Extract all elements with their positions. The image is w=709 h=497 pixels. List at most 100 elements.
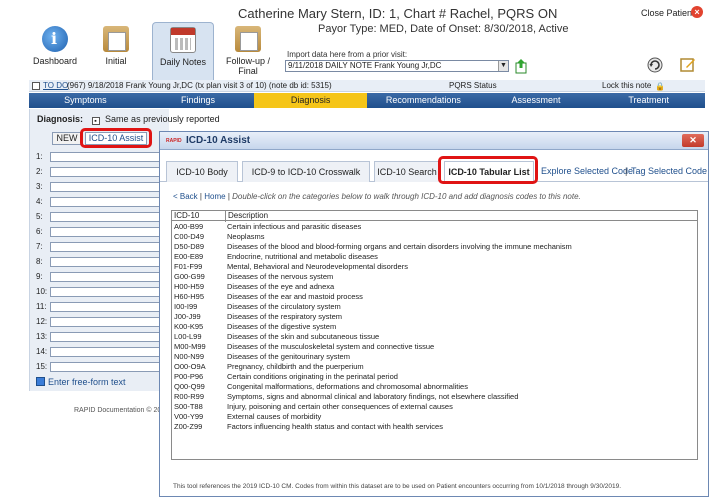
back-link[interactable]: < Back: [173, 192, 198, 201]
todo-link[interactable]: TO DO: [43, 80, 68, 92]
code-field[interactable]: [50, 287, 164, 297]
same-as-previous-checkbox[interactable]: ▪: [91, 117, 100, 125]
code-field[interactable]: [50, 242, 164, 252]
row-code: C00-D49: [174, 232, 205, 241]
table-row[interactable]: A00-B99 Certain infectious and parasitic …: [172, 222, 697, 232]
row-description: Diseases of the digestive system: [227, 322, 337, 331]
code-row-number: 8:: [36, 257, 43, 266]
todo-checkbox[interactable]: [32, 82, 40, 90]
tab-new[interactable]: NEW: [52, 132, 82, 145]
table-row[interactable]: Z00-Z99 Factors influencing health status…: [172, 422, 697, 432]
table-row[interactable]: L00-L99 Diseases of the skin and subcutan…: [172, 332, 697, 342]
row-description: Diseases of the skin and subcutaneous ti…: [227, 332, 380, 341]
code-field[interactable]: [50, 257, 164, 267]
highlight-icd10-assist: [80, 128, 152, 148]
table-row[interactable]: F01-F99 Mental, Behavioral and Neurodevel…: [172, 262, 697, 272]
dialog-title: ICD-10 Assist: [186, 135, 251, 146]
tab-icd10-body[interactable]: ICD-10 Body: [166, 161, 238, 182]
table-row[interactable]: C00-D49 Neoplasms: [172, 232, 697, 242]
edit-note-icon[interactable]: [680, 56, 696, 72]
toolbar-daily-notes[interactable]: Daily Notes: [152, 22, 214, 80]
code-row: 1:: [36, 152, 166, 163]
rapid-logo: RAPID: [166, 138, 182, 144]
code-field[interactable]: [50, 347, 164, 357]
import-select[interactable]: 9/11/2018 DAILY NOTE Frank Young Jr,DC ▼: [285, 60, 509, 72]
close-icon[interactable]: ✕: [682, 134, 704, 147]
toolbar-initial[interactable]: Initial: [85, 22, 147, 78]
row-description: Pregnancy, childbirth and the puerperium: [227, 362, 364, 371]
table-row[interactable]: E00-E89 Endocrine, nutritional and metabo…: [172, 252, 697, 262]
row-code: A00-B99: [174, 222, 204, 231]
tab-recommendations[interactable]: Recommendations: [367, 93, 480, 108]
table-row[interactable]: R00-R99 Symptoms, signs and abnormal clin…: [172, 392, 697, 402]
close-patient-link[interactable]: Close Patient: [641, 8, 695, 18]
code-row-number: 3:: [36, 182, 43, 191]
table-row[interactable]: O00-O9A Pregnancy, childbirth and the pue…: [172, 362, 697, 372]
explore-selected-code-link[interactable]: Explore Selected Code: [541, 166, 633, 176]
code-field[interactable]: [50, 182, 164, 192]
toolbar-follow-up[interactable]: Follow-up / Final: [216, 22, 280, 78]
code-field[interactable]: [50, 197, 164, 207]
row-code: S00-T88: [174, 402, 203, 411]
tab-treatment[interactable]: Treatment: [592, 93, 705, 108]
table-row[interactable]: H00-H59 Diseases of the eye and adnexa: [172, 282, 697, 292]
table-row[interactable]: Q00-Q99 Congenital malformations, deforma…: [172, 382, 697, 392]
icd10-assist-dialog: RAPID ICD-10 Assist ✕ ICD-10 Body ICD-9 …: [159, 131, 709, 497]
row-code: H00-H59: [174, 282, 205, 291]
tab-assessment[interactable]: Assessment: [480, 93, 593, 108]
info-icon: [42, 26, 68, 52]
code-field[interactable]: [50, 332, 164, 342]
tab-icd9-crosswalk[interactable]: ICD-9 to ICD-10 Crosswalk: [242, 161, 370, 182]
code-field[interactable]: [50, 167, 164, 177]
code-field[interactable]: [50, 272, 164, 282]
table-row[interactable]: G00-G99 Diseases of the nervous system: [172, 272, 697, 282]
code-row: 14:: [36, 347, 166, 358]
table-row[interactable]: P00-P96 Certain conditions originating in…: [172, 372, 697, 382]
tab-icd10-search[interactable]: ICD-10 Search: [374, 161, 440, 182]
tag-selected-code-link[interactable]: Tag Selected Code: [631, 166, 707, 176]
table-row[interactable]: K00-K95 Diseases of the digestive system: [172, 322, 697, 332]
table-row[interactable]: S00-T88 Injury, poisoning and certain oth…: [172, 402, 697, 412]
breadcrumb-separator: |: [199, 192, 202, 201]
code-field[interactable]: [50, 212, 164, 222]
code-field[interactable]: [50, 152, 164, 162]
pqrs-status-link[interactable]: PQRS Status: [449, 80, 497, 92]
row-description: Diseases of the circulatory system: [227, 302, 341, 311]
tab-findings[interactable]: Findings: [142, 93, 255, 108]
column-header-code: ICD-10: [172, 211, 226, 221]
row-code: K00-K95: [174, 322, 204, 331]
table-row[interactable]: J00-J99 Diseases of the respiratory syste…: [172, 312, 697, 322]
table-row[interactable]: H60-H95 Diseases of the ear and mastoid p…: [172, 292, 697, 302]
home-link[interactable]: Home: [204, 192, 225, 201]
toolbar-dashboard[interactable]: Dashboard: [24, 22, 86, 78]
table-row[interactable]: N00-N99 Diseases of the genitourinary sys…: [172, 352, 697, 362]
patient-title: Catherine Mary Stern, ID: 1, Chart # Rac…: [238, 6, 558, 21]
row-code: V00-Y99: [174, 412, 204, 421]
close-patient-icon[interactable]: ×: [691, 6, 703, 18]
instruction-text: Double-click on the categories below to …: [232, 192, 581, 201]
lock-note-link[interactable]: Lock this note: [602, 80, 651, 92]
code-row-number: 11:: [36, 302, 47, 311]
toolbar-dashboard-label: Dashboard: [32, 56, 78, 66]
code-field[interactable]: [50, 362, 164, 372]
tab-symptoms[interactable]: Symptoms: [29, 93, 142, 108]
table-row[interactable]: D50-D89 Diseases of the blood and blood-f…: [172, 242, 697, 252]
row-code: Z00-Z99: [174, 422, 203, 431]
row-description: Diseases of the genitourinary system: [227, 352, 350, 361]
row-description: Certain infectious and parasitic disease…: [227, 222, 362, 231]
table-row[interactable]: V00-Y99 External causes of morbidity: [172, 412, 697, 422]
code-field[interactable]: [50, 317, 164, 327]
code-field[interactable]: [50, 302, 164, 312]
app-footer: RAPID Documentation © 200: [74, 407, 166, 414]
row-description: Factors influencing health status and co…: [227, 422, 443, 431]
code-row: 2:: [36, 167, 166, 178]
tab-diagnosis[interactable]: Diagnosis: [254, 93, 368, 108]
highlight-tabular-list: [438, 156, 538, 184]
free-form-text-button[interactable]: Enter free-form text: [36, 377, 126, 387]
row-code: N00-N99: [174, 352, 205, 361]
table-row[interactable]: I00-I99 Diseases of the circulatory syste…: [172, 302, 697, 312]
table-row[interactable]: M00-M99 Diseases of the musculoskeletal s…: [172, 342, 697, 352]
code-field[interactable]: [50, 227, 164, 237]
import-arrow-icon[interactable]: [513, 58, 529, 74]
refresh-icon[interactable]: [647, 57, 663, 73]
